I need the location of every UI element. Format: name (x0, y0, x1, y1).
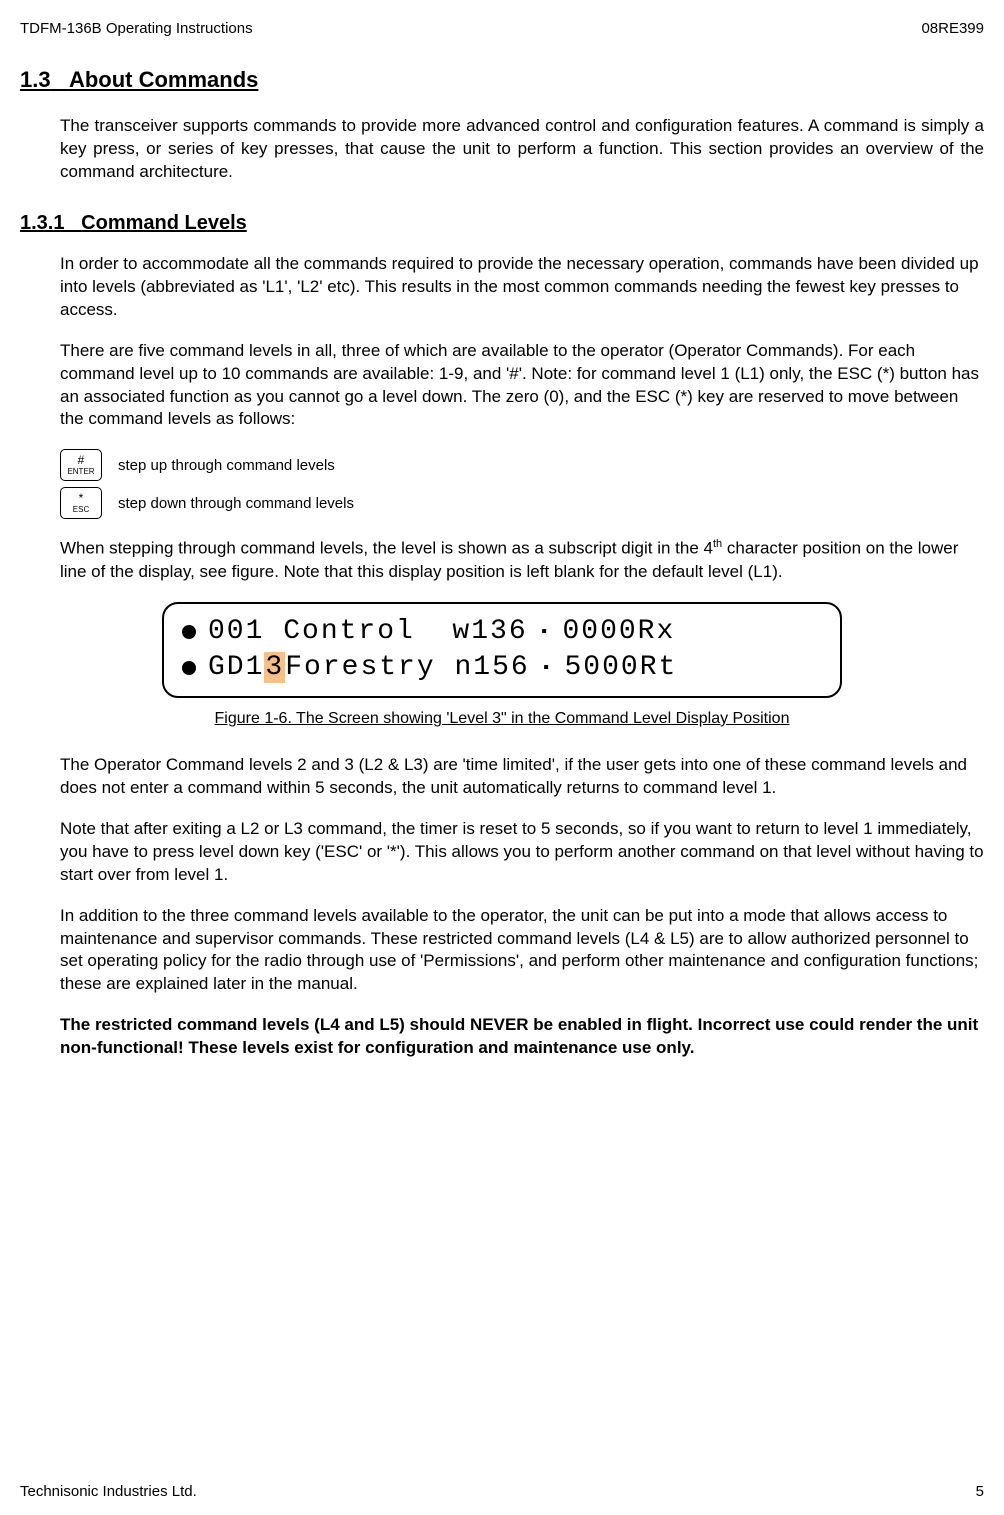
page-header: TDFM-136B Operating Instructions 08RE399 (20, 20, 984, 37)
lcd-line-2: GD13Forestry n156 ▪ 5000Rt (182, 650, 822, 686)
para-6: In addition to the three command levels … (60, 905, 984, 997)
lcd-line-2-text: GD13Forestry n156 ▪ 5000Rt (208, 652, 677, 683)
subsection-number: 1.3.1 (20, 212, 64, 234)
header-right: 08RE399 (921, 20, 984, 37)
para-1: In order to accommodate all the commands… (60, 253, 984, 322)
lcd-line-1: 001 Control w136 ▪ 0000Rx (182, 614, 822, 650)
section-1-3-intro: The transceiver supports commands to pro… (60, 115, 984, 184)
key-enter-row: # ENTER step up through command levels (60, 449, 984, 481)
key-esc-row: * ESC step down through command levels (60, 487, 984, 519)
decimal-dot-icon: ▪ (528, 623, 563, 641)
esc-key-icon: * ESC (60, 487, 102, 519)
section-1-3-heading: 1.3 About Commands (20, 67, 984, 93)
section-1-3-1-heading: 1.3.1 Command Levels (20, 212, 984, 235)
key-bottom: ESC (73, 506, 89, 514)
page-footer: Technisonic Industries Ltd. 5 (20, 1483, 984, 1500)
footer-left: Technisonic Industries Ltd. (20, 1483, 197, 1500)
decimal-dot-icon: ▪ (530, 659, 565, 677)
key-top: * (79, 492, 84, 504)
indicator-dot-icon (182, 625, 196, 639)
lcd-1b: 0000Rx (562, 616, 675, 647)
figure-caption: Figure 1-6. The Screen showing 'Level 3"… (20, 710, 984, 728)
warning-paragraph: The restricted command levels (L4 and L5… (60, 1014, 984, 1060)
key-esc-label: step down through command levels (118, 495, 354, 512)
lcd-1a: 001 Control w136 (208, 616, 528, 647)
lcd-2a: GD1 (208, 652, 264, 683)
indicator-dot-icon (182, 661, 196, 675)
enter-key-icon: # ENTER (60, 449, 102, 481)
para-3: When stepping through command levels, th… (60, 537, 984, 584)
para-5: Note that after exiting a L2 or L3 comma… (60, 818, 984, 887)
para-4: The Operator Command levels 2 and 3 (L2 … (60, 754, 984, 800)
page-number: 5 (976, 1483, 984, 1500)
lcd-2c: 5000Rt (564, 652, 677, 683)
key-top: # (78, 454, 85, 466)
level-indicator-highlight: 3 (264, 652, 285, 683)
key-bottom: ENTER (67, 468, 94, 476)
para-3a: When stepping through command levels, th… (60, 539, 713, 558)
lcd-2b: Forestry n156 (285, 652, 529, 683)
section-title: About Commands (69, 67, 258, 92)
para-2: There are five command levels in all, th… (60, 340, 984, 432)
header-left: TDFM-136B Operating Instructions (20, 20, 253, 37)
lcd-display: 001 Control w136 ▪ 0000Rx GD13Forestry n… (162, 602, 842, 698)
subsection-title: Command Levels (81, 212, 247, 234)
section-number: 1.3 (20, 67, 51, 92)
superscript-th: th (713, 538, 722, 550)
key-enter-label: step up through command levels (118, 457, 335, 474)
lcd-line-1-text: 001 Control w136 ▪ 0000Rx (208, 616, 675, 647)
